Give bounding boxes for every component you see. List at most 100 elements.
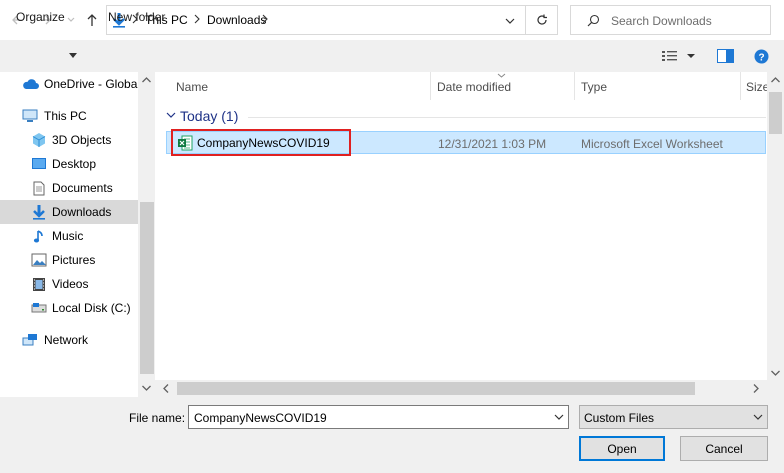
new-folder-button[interactable]: New folder [108,10,165,24]
cancel-button-label: Cancel [705,441,743,456]
group-header-today[interactable]: Today (1) [180,108,238,124]
file-type-value: Custom Files [584,411,655,425]
annotation-highlight-box [171,129,351,156]
chevron-down-icon [554,414,564,420]
sidebar-item-label: Music [52,229,84,243]
group-divider [248,117,766,118]
local-disk-icon [31,301,47,315]
horizontal-scroll-thumb[interactable] [177,382,695,395]
scroll-up-arrow-icon[interactable] [770,76,781,84]
organize-dropdown-icon [69,53,77,59]
sidebar-item-local-disk[interactable]: Local Disk (C:) [0,296,138,320]
column-header-label: Type [581,80,608,94]
open-button-label: Open [607,441,637,456]
sidebar-item-desktop[interactable]: Desktop [0,152,138,176]
scroll-right-arrow-icon[interactable] [752,383,760,394]
3d-objects-icon [31,132,47,148]
sidebar-item-label: Videos [52,277,89,291]
sidebar-item-pictures[interactable]: Pictures [0,248,138,272]
vertical-scroll-thumb[interactable] [769,92,782,134]
file-name-input[interactable]: CompanyNewsCOVID19 [188,405,569,429]
column-header-size[interactable]: Size [746,80,767,110]
sidebar-item-downloads[interactable]: Downloads [0,200,138,224]
chevron-down-icon [505,18,515,24]
sidebar-item-label: Desktop [52,157,97,171]
sidebar-item-onedrive[interactable]: OneDrive - Global [0,72,141,96]
sidebar-item-this-pc[interactable]: This PC [0,104,138,128]
scroll-down-arrow-icon[interactable] [141,384,152,392]
view-options-button[interactable] [661,49,699,63]
group-header-label: Today (1) [180,108,239,124]
help-button[interactable]: ? [754,49,769,64]
network-icon [22,333,38,347]
sidebar-item-label: Pictures [52,253,96,267]
sidebar-item-music[interactable]: Music [0,224,138,248]
file-type: Microsoft Excel Worksheet [581,137,723,151]
sidebar-item-network[interactable]: Network [0,328,138,352]
sidebar-item-label: Network [44,333,89,347]
refresh-button[interactable] [525,5,558,35]
desktop-icon [31,157,47,171]
cancel-button[interactable]: Cancel [680,436,768,461]
sort-arrow-icon [497,73,506,78]
refresh-icon [537,14,547,25]
organize-label: Organize [16,10,65,24]
music-icon [33,229,45,244]
sidebar-item-label: This PC [44,109,87,123]
new-folder-label: New folder [108,10,166,24]
documents-icon [33,181,45,196]
sidebar-item-label: 3D Objects [52,133,112,147]
pictures-icon [31,253,47,267]
file-date-modified: 12/31/2021 1:03 PM [438,137,547,151]
recent-locations-button[interactable] [63,12,79,28]
details-view-icon [662,51,695,61]
column-header-label: Name [176,80,209,94]
onedrive-cloud-icon [22,78,39,90]
preview-pane-icon [717,49,734,63]
sidebar-item-videos[interactable]: Videos [0,272,138,296]
up-button[interactable] [84,12,100,28]
search-placeholder: Search Downloads [611,14,712,28]
downloads-icon [31,204,47,220]
preview-pane-button[interactable] [717,49,734,63]
column-header-label: Date modified [437,80,512,94]
sidebar-item-label: Local Disk (C:) [52,301,131,315]
column-divider[interactable] [740,72,741,100]
organize-button[interactable]: Organize [16,10,65,24]
scroll-left-arrow-icon[interactable] [162,383,170,394]
file-name-dropdown-button[interactable] [550,406,568,428]
computer-icon [22,109,38,123]
chevron-down-icon [67,17,75,22]
videos-icon [32,277,46,292]
file-name-label: File name: [129,411,186,425]
column-header-date-modified[interactable]: Date modified [437,80,511,110]
sidebar-item-3d-objects[interactable]: 3D Objects [0,128,138,152]
search-box[interactable]: Search Downloads [570,5,771,35]
search-icon [587,14,600,27]
file-name-value: CompanyNewsCOVID19 [194,411,327,425]
sidebar-item-documents[interactable]: Documents [0,176,138,200]
sidebar-item-label: OneDrive - Global [44,77,141,91]
sidebar-item-label: Downloads [52,205,112,219]
breadcrumb-separator-icon [261,14,269,24]
address-dropdown-button[interactable] [504,16,516,26]
column-divider[interactable] [574,72,575,100]
group-collapse-icon[interactable] [166,112,176,119]
help-icon: ? [754,49,769,64]
open-button[interactable]: Open [579,436,665,461]
column-header-type[interactable]: Type [581,80,607,110]
breadcrumb-separator-icon [193,14,201,24]
scroll-up-arrow-icon[interactable] [141,76,152,84]
column-header-label: Size [746,80,767,94]
sidebar-item-label: Documents [52,181,113,195]
svg-text:?: ? [758,53,764,64]
address-bar[interactable]: This PC Downloads [106,5,558,35]
chevron-down-icon [753,414,763,421]
navigation-pane-scroll-thumb[interactable] [140,202,154,374]
column-header-name[interactable]: Name [176,80,208,110]
breadcrumb-downloads[interactable]: Downloads [207,13,266,27]
column-divider[interactable] [430,72,431,100]
up-arrow-icon [87,14,97,26]
file-type-select[interactable]: Custom Files [579,405,768,429]
scroll-down-arrow-icon[interactable] [770,369,781,377]
